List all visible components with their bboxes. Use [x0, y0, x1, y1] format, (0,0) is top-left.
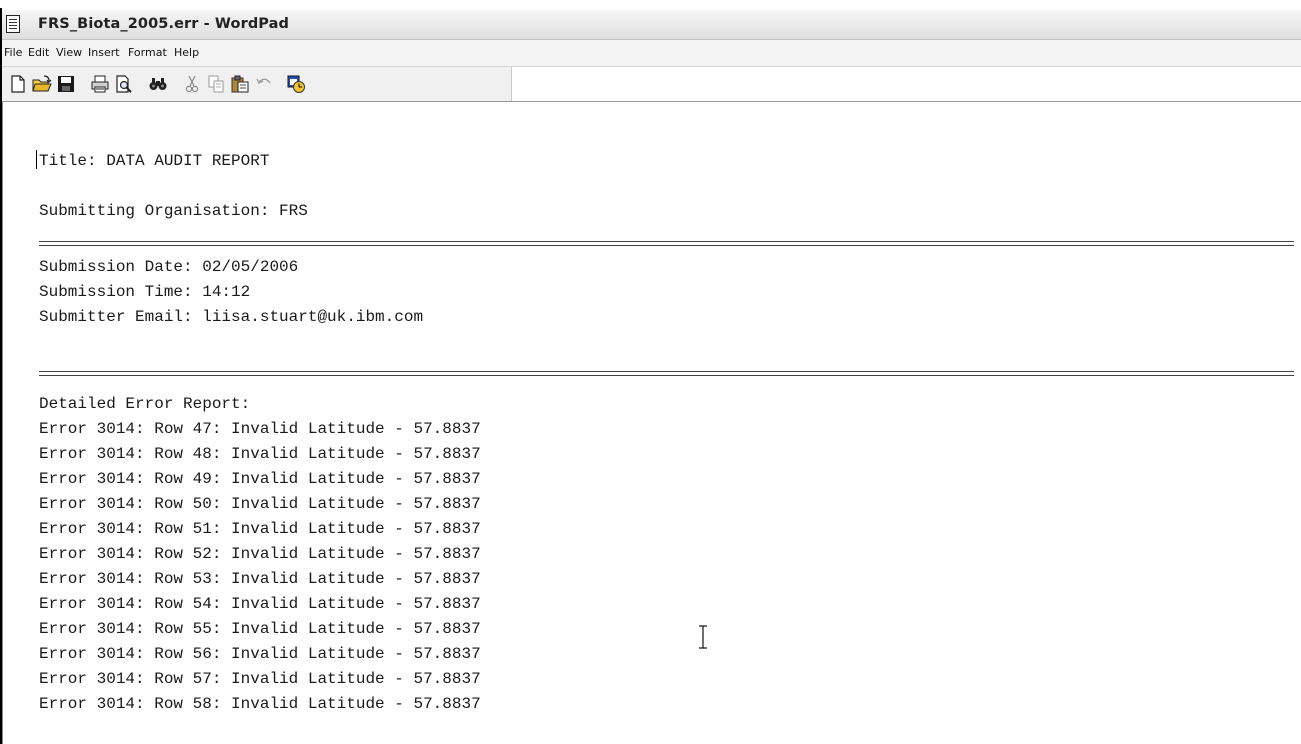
- error-line: Error 3014: Row 50: Invalid Latitude - 5…: [39, 495, 481, 513]
- menu-edit[interactable]: Edit: [28, 46, 49, 59]
- ibeam-cursor-icon: [699, 625, 707, 649]
- error-line: Error 3014: Row 54: Invalid Latitude - 5…: [39, 595, 481, 613]
- menu-file[interactable]: File: [4, 46, 22, 59]
- error-line: Error 3014: Row 49: Invalid Latitude - 5…: [39, 470, 481, 488]
- menu-bar: File Edit View Insert Format Help: [2, 40, 1301, 67]
- error-line: Error 3014: Row 58: Invalid Latitude - 5…: [39, 695, 481, 713]
- error-line: Error 3014: Row 51: Invalid Latitude - 5…: [39, 520, 481, 538]
- error-line: Error 3014: Row 57: Invalid Latitude - 5…: [39, 670, 481, 688]
- organisation-line: Submitting Organisation: FRS: [39, 202, 308, 220]
- title-line: Title: DATA AUDIT REPORT: [39, 152, 270, 170]
- open-icon[interactable]: [32, 74, 52, 94]
- title-bar[interactable]: FRS_Biota_2005.err - WordPad: [2, 10, 1301, 40]
- error-line: Error 3014: Row 56: Invalid Latitude - 5…: [39, 645, 481, 663]
- separator-line: [39, 371, 1294, 376]
- submitter-email-line: Submitter Email: liisa.stuart@uk.ibm.com: [39, 308, 424, 326]
- standard-toolbar-band: [2, 67, 512, 101]
- submission-date-line: Submission Date: 02/05/2006: [39, 258, 299, 276]
- save-icon[interactable]: [56, 74, 76, 94]
- error-line: Error 3014: Row 52: Invalid Latitude - 5…: [39, 545, 481, 563]
- separator-line: [39, 241, 1294, 246]
- submission-time-line: Submission Time: 14:12: [39, 283, 251, 301]
- document-editor[interactable]: Title: DATA AUDIT REPORT Submitting Orga…: [2, 102, 1301, 744]
- toolbar: [2, 67, 1301, 102]
- menu-view[interactable]: View: [56, 46, 82, 59]
- report-heading: Detailed Error Report:: [39, 395, 251, 413]
- print-icon[interactable]: [90, 74, 110, 94]
- document-icon: [6, 15, 20, 33]
- undo-icon[interactable]: [254, 74, 274, 94]
- menu-insert[interactable]: Insert: [88, 46, 120, 59]
- error-line: Error 3014: Row 47: Invalid Latitude - 5…: [39, 420, 481, 438]
- find-icon[interactable]: [148, 74, 168, 94]
- error-line: Error 3014: Row 48: Invalid Latitude - 5…: [39, 445, 481, 463]
- print-preview-icon[interactable]: [114, 74, 134, 94]
- insert-date-time-icon[interactable]: [286, 74, 306, 94]
- cut-icon[interactable]: [182, 74, 202, 94]
- menu-help[interactable]: Help: [174, 46, 199, 59]
- new-icon[interactable]: [8, 74, 28, 94]
- window-title: FRS_Biota_2005.err - WordPad: [38, 16, 289, 32]
- menu-format[interactable]: Format: [128, 46, 167, 59]
- error-line: Error 3014: Row 53: Invalid Latitude - 5…: [39, 570, 481, 588]
- error-line: Error 3014: Row 55: Invalid Latitude - 5…: [39, 620, 481, 638]
- copy-icon[interactable]: [206, 74, 226, 94]
- text-caret: [36, 150, 37, 169]
- paste-icon[interactable]: [230, 74, 250, 94]
